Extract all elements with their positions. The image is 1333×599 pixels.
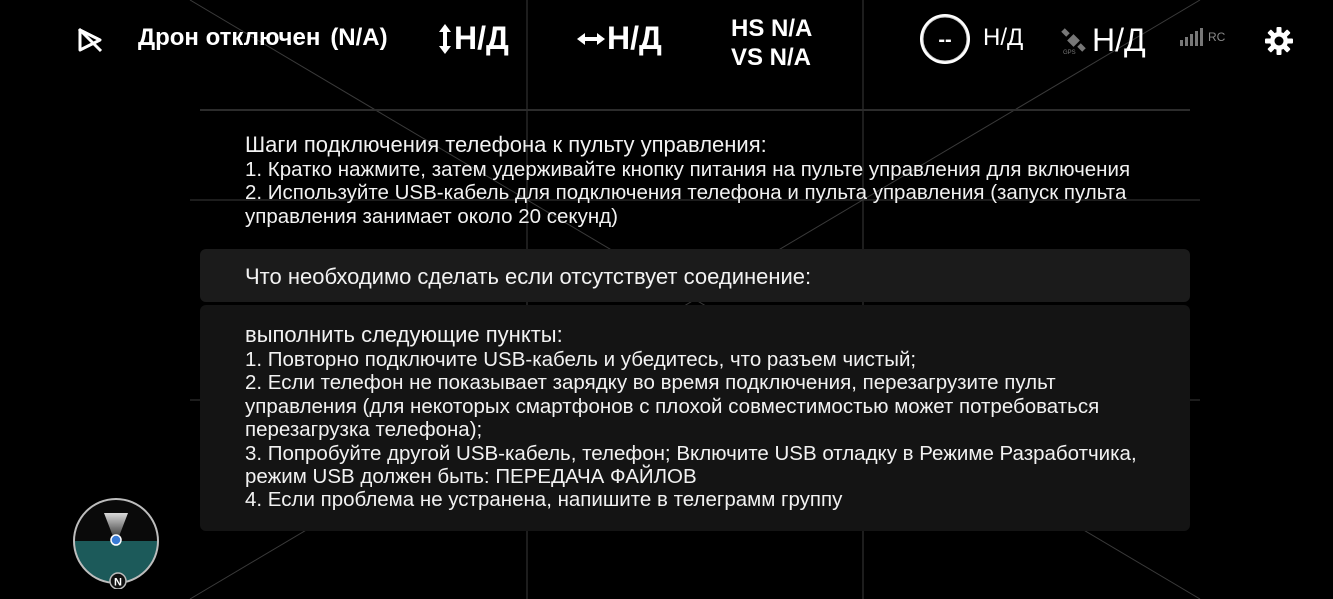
satellite-icon: GPS bbox=[1061, 27, 1086, 55]
battery-value: Н/Д bbox=[983, 24, 1024, 51]
troubleshooting-line: 1. Повторно подключите USB-кабель и убед… bbox=[245, 348, 917, 371]
no-connection-title: Что необходимо сделать если отсутствует … bbox=[245, 264, 812, 289]
vertical-speed: VS N/A bbox=[731, 44, 812, 71]
gear-icon[interactable] bbox=[1264, 26, 1294, 56]
connection-status: Дрон отключен (N/A) bbox=[138, 24, 388, 52]
drone-position-dot bbox=[110, 534, 122, 546]
troubleshooting-title: выполнить следующие пункты: bbox=[245, 322, 563, 347]
distance-readout: Н/Д bbox=[577, 20, 662, 57]
compass-widget[interactable]: N bbox=[72, 497, 160, 589]
troubleshooting-line: перезагрузка телефона); bbox=[245, 418, 483, 442]
troubleshooting-line: 4. Если проблема не устранена, напишите … bbox=[245, 488, 843, 512]
svg-text:GPS: GPS bbox=[1063, 50, 1076, 55]
connection-step-line: 1. Кратко нажмите, затем удерживайте кно… bbox=[245, 158, 1131, 181]
top-status-bar: Дрон отключен (N/A) Н/Д Н/Д HS N/A VS N/… bbox=[0, 0, 1333, 84]
horizontal-arrows-icon bbox=[577, 32, 605, 45]
drone-off-icon[interactable] bbox=[76, 26, 104, 54]
distance-value: Н/Д bbox=[607, 20, 662, 56]
connection-status-text: Дрон отключен bbox=[138, 24, 321, 51]
vertical-arrows-icon bbox=[439, 23, 451, 54]
troubleshooting-line: режим USB должен быть: ПЕРЕДАЧА ФАЙЛОВ bbox=[245, 465, 697, 489]
connection-steps-title: Шаги подключения телефона к пульту управ… bbox=[245, 132, 767, 157]
troubleshooting-line: управления (для некоторых смартфонов с п… bbox=[245, 394, 1100, 418]
troubleshooting-panel: выполнить следующие пункты: 1. Повторно … bbox=[200, 305, 1190, 531]
connection-step-line: управления занимает около 20 секунд) bbox=[245, 204, 618, 228]
troubleshooting-line: 3. Попробуйте другой USB-кабель, телефон… bbox=[245, 441, 1137, 465]
rc-label: RC bbox=[1208, 30, 1226, 44]
gps-readout: GPS Н/Д bbox=[1060, 22, 1146, 59]
north-label: N bbox=[114, 577, 122, 589]
rc-signal: RC bbox=[1180, 28, 1225, 46]
speed-readout: HS N/A VS N/A bbox=[731, 14, 812, 72]
connection-step-line: 2. Используйте USB-кабель для подключени… bbox=[245, 181, 1127, 205]
altitude-value: Н/Д bbox=[454, 20, 509, 56]
altitude-readout: Н/Д bbox=[438, 20, 509, 57]
no-connection-header[interactable]: Что необходимо сделать если отсутствует … bbox=[200, 249, 1190, 302]
troubleshooting-line: 2. Если телефон не показывает зарядку во… bbox=[245, 371, 1056, 395]
battery-ring-text: -- bbox=[938, 29, 951, 51]
gps-value: Н/Д bbox=[1092, 22, 1146, 58]
horizontal-speed: HS N/A bbox=[731, 15, 813, 42]
signal-bars-icon bbox=[1180, 28, 1203, 46]
connection-steps-panel: Шаги подключения телефона к пульту управ… bbox=[200, 111, 1190, 246]
connection-status-code: (N/A) bbox=[330, 24, 388, 51]
battery-ring-indicator[interactable]: -- bbox=[918, 12, 972, 66]
